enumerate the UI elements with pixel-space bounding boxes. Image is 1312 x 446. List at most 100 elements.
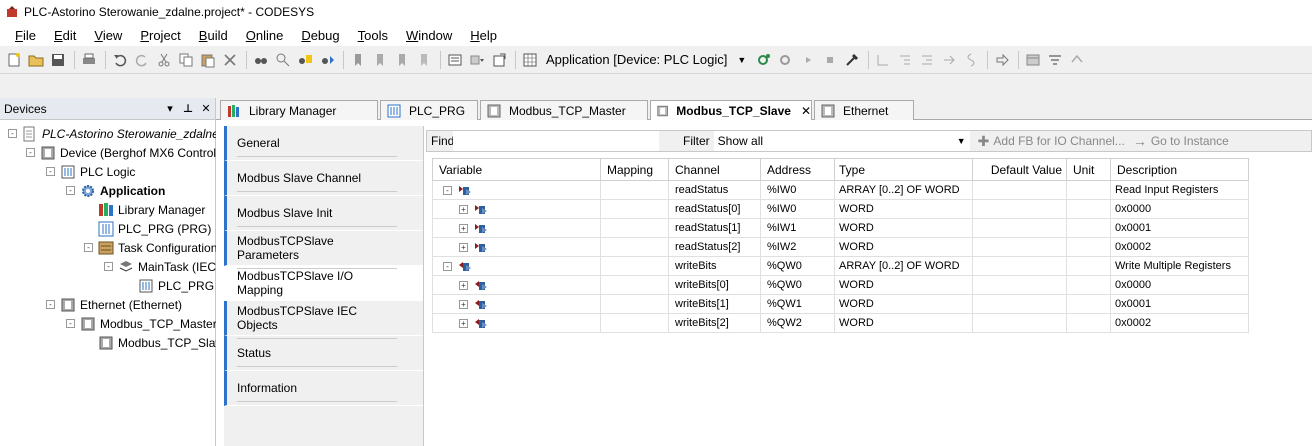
- variable-cell[interactable]: +: [432, 313, 601, 333]
- tree-item-plc-logic[interactable]: - PLC Logic: [46, 162, 135, 181]
- table-row[interactable]: - readStatus %IW0 ARRAY [0..2] OF WORD Read …: [432, 180, 1249, 200]
- logout-icon[interactable]: [776, 50, 796, 70]
- menu-edit[interactable]: Edit: [45, 28, 85, 43]
- tab-ethernet[interactable]: Ethernet: [814, 100, 914, 120]
- mapping-cell[interactable]: [600, 256, 669, 276]
- find-input[interactable]: [453, 131, 659, 151]
- table-row[interactable]: + readStatus[1] %IW1 WORD 0x0001: [432, 218, 1249, 238]
- expand-toggle-icon[interactable]: +: [459, 223, 468, 233]
- tree-item-ethernet[interactable]: - Ethernet (Ethernet): [46, 295, 182, 314]
- bookmark-clear-icon[interactable]: [414, 50, 434, 70]
- menu-view[interactable]: View: [85, 28, 131, 43]
- collapse-toggle-icon[interactable]: -: [46, 167, 55, 176]
- pin-icon[interactable]: ⊥: [179, 102, 197, 115]
- collapse-toggle-icon[interactable]: -: [46, 300, 55, 309]
- tab-plc-prg[interactable]: PLC_PRG: [380, 100, 478, 120]
- tree-item-modbus-master[interactable]: - Modbus_TCP_Master (N: [66, 314, 233, 333]
- tree-item-project[interactable]: -PLC-Astorino Sterowanie_zdalne▼: [8, 124, 235, 143]
- application-grid-icon[interactable]: [520, 50, 540, 70]
- menu-build[interactable]: Build: [190, 28, 237, 43]
- menu-debug[interactable]: Debug: [292, 28, 348, 43]
- side-tab-information[interactable]: Information: [224, 371, 423, 406]
- bookmark-next-icon[interactable]: [392, 50, 412, 70]
- variable-cell[interactable]: -: [432, 256, 601, 276]
- collapse-toggle-icon[interactable]: -: [8, 129, 17, 138]
- collapse-toggle-icon[interactable]: -: [84, 243, 93, 252]
- tree-item-library[interactable]: Library Manager: [84, 200, 205, 219]
- unit-cell[interactable]: [1066, 218, 1111, 238]
- collapse-toggle-icon[interactable]: -: [66, 319, 75, 328]
- unit-cell[interactable]: [1066, 180, 1111, 200]
- menu-project[interactable]: Project: [131, 28, 189, 43]
- filter-select[interactable]: Show all ▼: [713, 131, 970, 151]
- side-tab-iec-objects[interactable]: ModbusTCPSlave IEC Objects: [224, 301, 423, 339]
- collapse-toggle-icon[interactable]: -: [66, 186, 75, 195]
- collapse-toggle-icon[interactable]: -: [26, 148, 35, 157]
- mapping-cell[interactable]: [600, 199, 669, 219]
- tree-item-device[interactable]: - Device (Berghof MX6 Control): [26, 143, 220, 162]
- tree-item-task[interactable]: - MainTask (IEC-: [104, 257, 220, 276]
- undo-icon[interactable]: [110, 50, 130, 70]
- column-header-variable[interactable]: Variable: [432, 158, 601, 181]
- variable-cell[interactable]: +: [432, 294, 601, 314]
- bookmark-prev-icon[interactable]: [370, 50, 390, 70]
- redo-icon[interactable]: [132, 50, 152, 70]
- menu-help[interactable]: Help: [461, 28, 506, 43]
- tab-library-manager[interactable]: Library Manager: [220, 100, 378, 120]
- bookmark-icon[interactable]: [348, 50, 368, 70]
- write-values-icon[interactable]: [1023, 50, 1043, 70]
- tree-item-modbus-slave[interactable]: Modbus_TCP_Slave: [84, 333, 228, 352]
- paste-icon[interactable]: [198, 50, 218, 70]
- column-header-description[interactable]: Description: [1110, 158, 1249, 181]
- side-tab-status[interactable]: Status: [224, 336, 423, 371]
- unforce-icon[interactable]: [1067, 50, 1087, 70]
- build-menu-icon[interactable]: [467, 50, 487, 70]
- unit-cell[interactable]: [1066, 313, 1111, 333]
- delete-icon[interactable]: [220, 50, 240, 70]
- variable-cell[interactable]: +: [432, 218, 601, 238]
- table-row[interactable]: + writeBits[0] %QW0 WORD 0x0000: [432, 275, 1249, 295]
- cut-icon[interactable]: [154, 50, 174, 70]
- expand-toggle-icon[interactable]: +: [459, 299, 468, 309]
- mapping-cell[interactable]: [600, 294, 669, 314]
- tree-item-application-gear[interactable]: - Application: [66, 181, 165, 200]
- start-icon[interactable]: [798, 50, 818, 70]
- column-header-address[interactable]: Address: [760, 158, 835, 181]
- tab-modbus-tcp-slave[interactable]: Modbus_TCP_Slave ✕: [650, 100, 812, 121]
- column-header-type[interactable]: Type: [834, 158, 973, 181]
- step-out-icon[interactable]: [917, 50, 937, 70]
- unit-cell[interactable]: [1066, 237, 1111, 257]
- expand-toggle-icon[interactable]: +: [459, 242, 468, 252]
- panel-menu-chevron-icon[interactable]: ▾: [161, 102, 179, 115]
- default-value-cell[interactable]: [972, 256, 1067, 276]
- show-next-statement-icon[interactable]: [992, 50, 1012, 70]
- save-icon[interactable]: [48, 50, 68, 70]
- menu-window[interactable]: Window: [397, 28, 461, 43]
- side-tab-modbus-slave-init[interactable]: Modbus Slave Init: [224, 196, 423, 231]
- force-values-icon[interactable]: [1045, 50, 1065, 70]
- mapping-cell[interactable]: [600, 218, 669, 238]
- default-value-cell[interactable]: [972, 199, 1067, 219]
- find-in-project-icon[interactable]: [295, 50, 315, 70]
- default-value-cell[interactable]: [972, 237, 1067, 257]
- reset-icon[interactable]: [842, 50, 862, 70]
- close-icon[interactable]: ✕: [197, 102, 215, 115]
- side-tab-general[interactable]: General: [224, 126, 423, 161]
- tree-item-task-config[interactable]: - Task Configuration: [84, 238, 217, 257]
- column-header-default-value[interactable]: Default Value: [972, 158, 1067, 181]
- print-icon[interactable]: [79, 50, 99, 70]
- active-application-select[interactable]: Application [Device: PLC Logic] ▼: [542, 50, 750, 70]
- variable-cell[interactable]: -: [432, 180, 601, 200]
- unit-cell[interactable]: [1066, 275, 1111, 295]
- menu-tools[interactable]: Tools: [349, 28, 397, 43]
- default-value-cell[interactable]: [972, 218, 1067, 238]
- side-tab-modbus-slave-channel[interactable]: Modbus Slave Channel: [224, 161, 423, 196]
- variable-cell[interactable]: +: [432, 199, 601, 219]
- tree-item-program-call[interactable]: PLC_PRG: [124, 276, 214, 295]
- find-replace-icon[interactable]: [273, 50, 293, 70]
- default-value-cell[interactable]: [972, 313, 1067, 333]
- table-row[interactable]: + writeBits[1] %QW1 WORD 0x0001: [432, 294, 1249, 314]
- table-row[interactable]: - writeBits %QW0 ARRAY [0..2] OF WORD Write …: [432, 256, 1249, 276]
- side-tab-io-mapping[interactable]: ModbusTCPSlave I/O Mapping: [224, 266, 423, 301]
- generate-code-icon[interactable]: [489, 50, 509, 70]
